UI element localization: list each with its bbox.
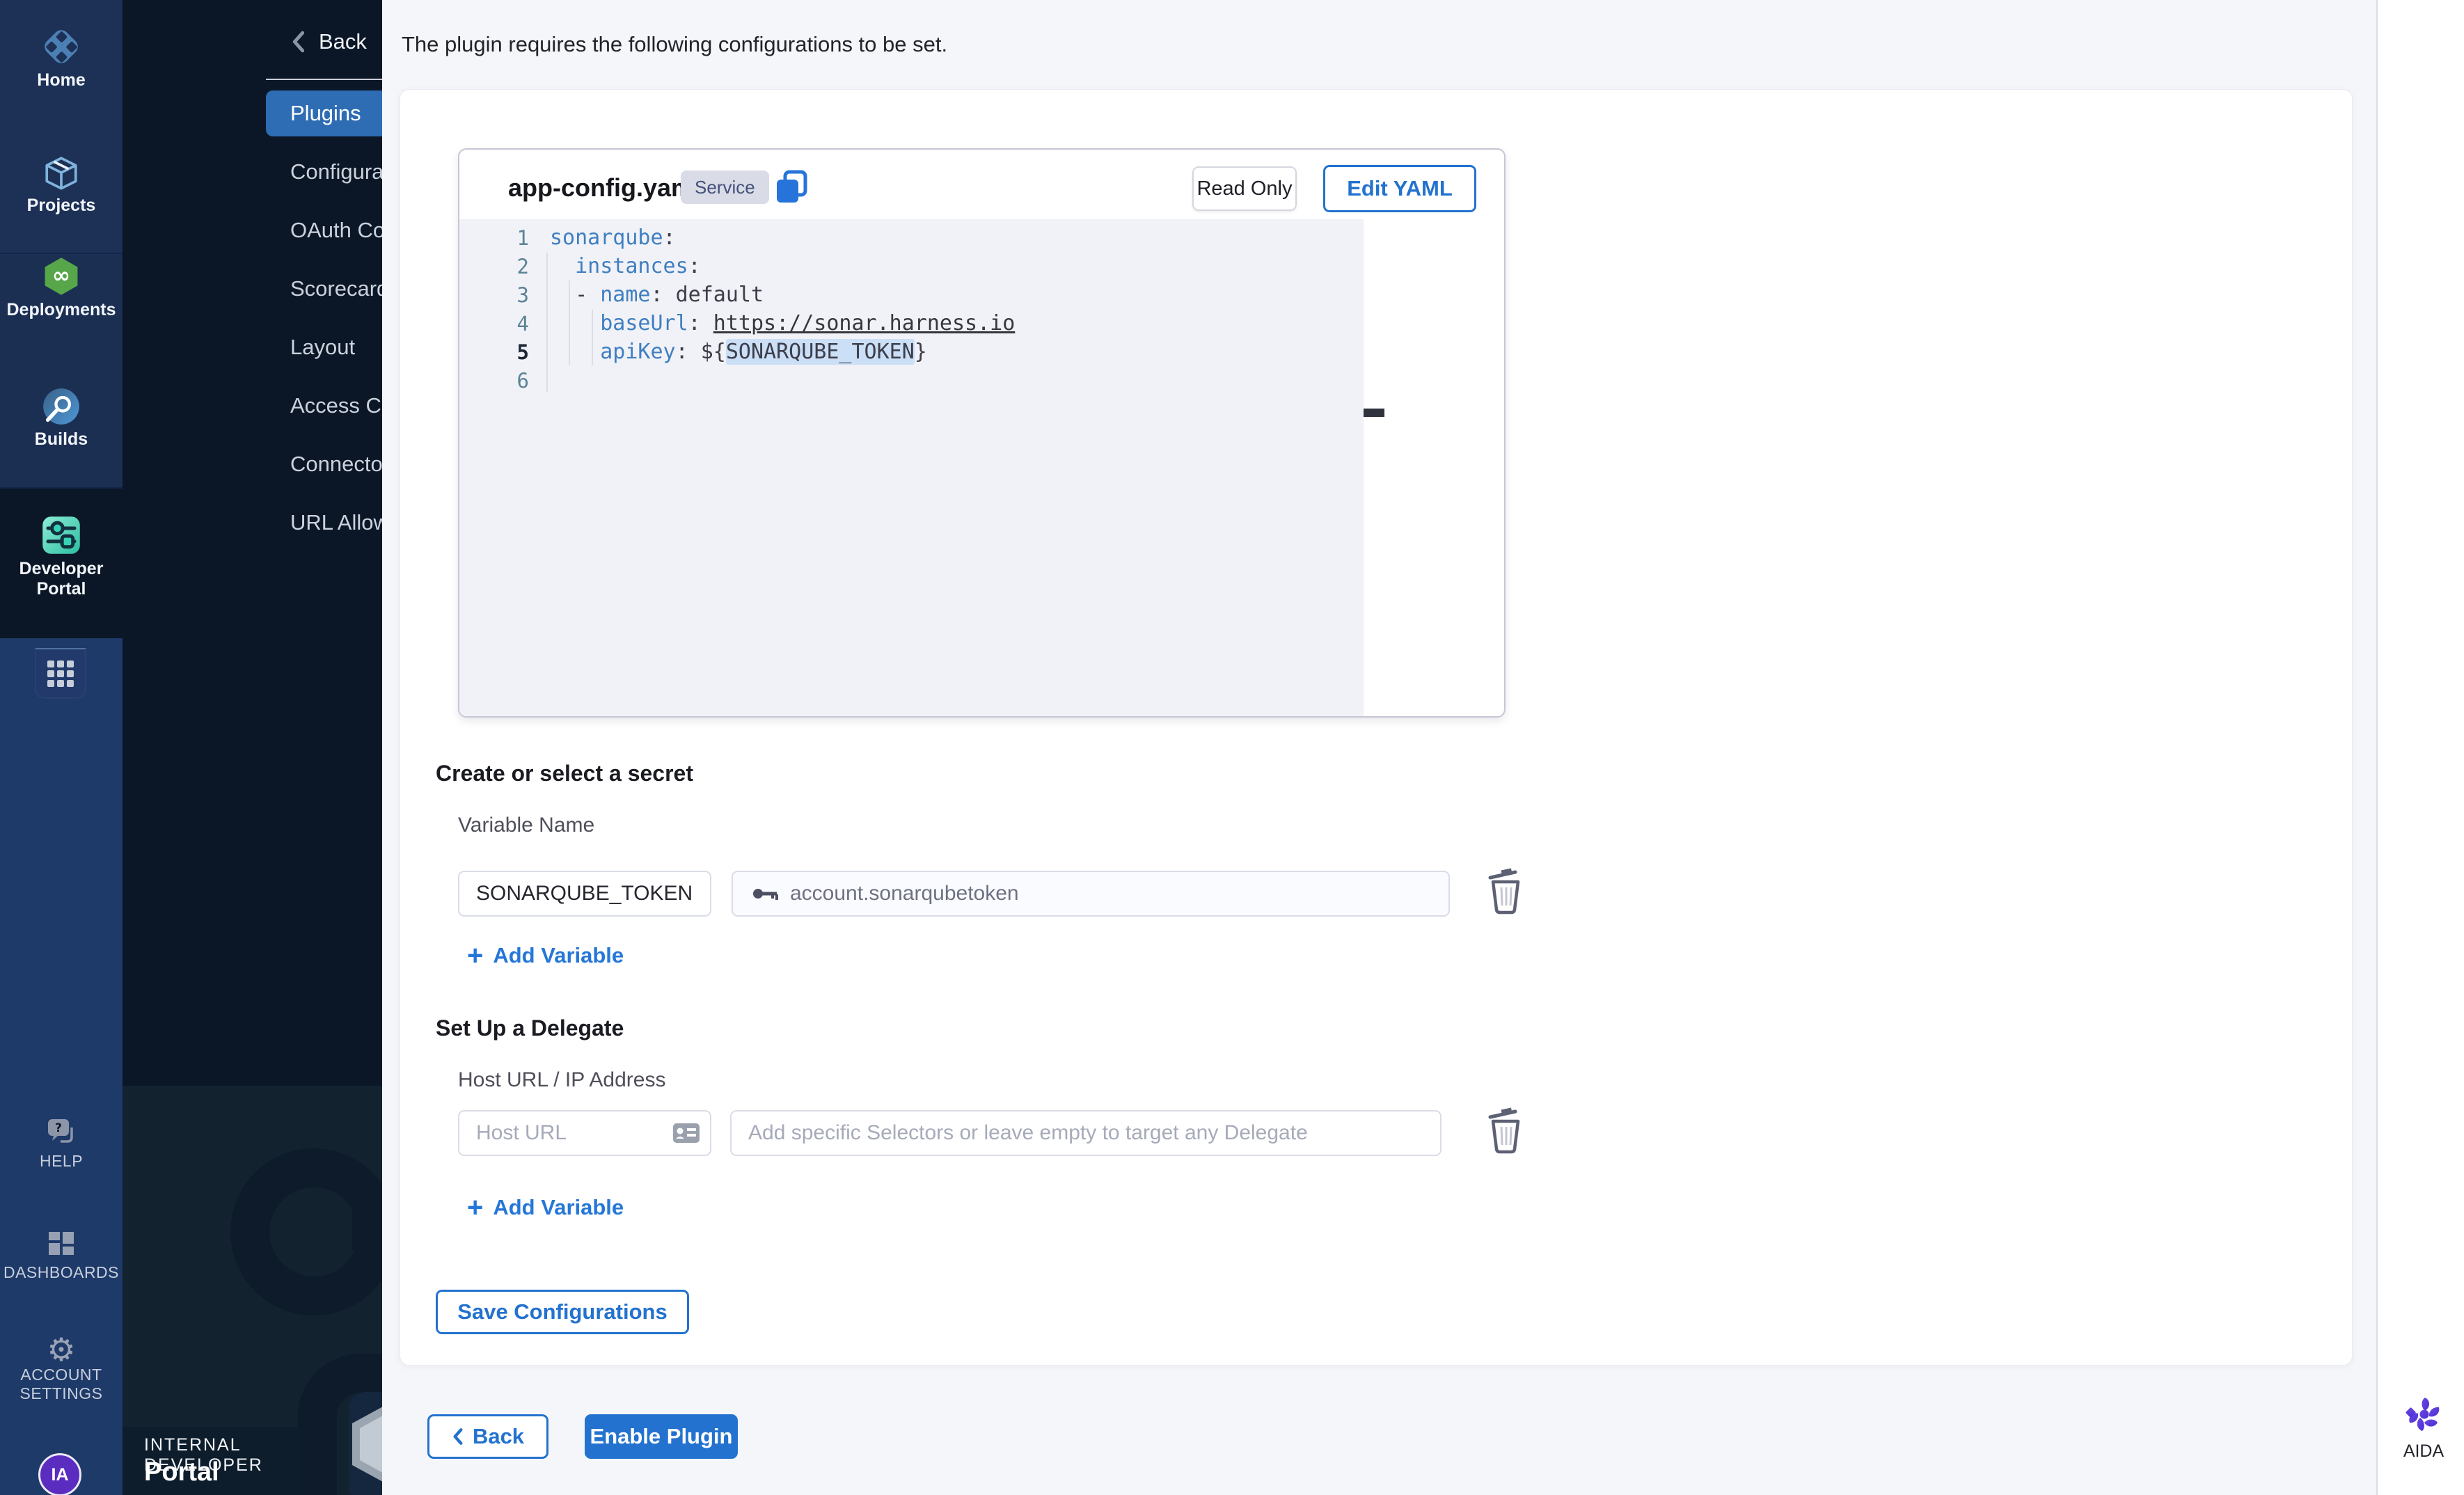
enable-plugin-button[interactable]: Enable Plugin <box>585 1414 738 1459</box>
module-switcher-button[interactable] <box>35 648 86 699</box>
main-content: The plugin requires the following config… <box>382 0 2464 1495</box>
deployments-infinity-icon: ∞ <box>41 256 81 300</box>
projects-cube-icon <box>42 155 80 196</box>
sidebar-item-developer-portal[interactable]: Developer Portal <box>0 515 123 599</box>
sidebar-item-builds[interactable]: Builds <box>0 387 123 450</box>
sidebar-item-label: Builds <box>0 429 123 450</box>
aida-label: AIDA <box>2399 1441 2448 1462</box>
right-gutter <box>2376 0 2464 1495</box>
sidebar-item-label: HELP <box>0 1152 123 1171</box>
host-url-label: Host URL / IP Address <box>458 1068 665 1092</box>
yaml-editor-panel: app-config.yaml Service Read Only Edit Y… <box>458 148 1506 718</box>
sidebar-item-layout[interactable]: Layout <box>266 324 382 370</box>
service-badge: Service <box>681 171 769 204</box>
host-url-field-wrap <box>458 1110 711 1156</box>
code-area[interactable]: 1 2 3 4 5 6 sonarqube: instances: - name… <box>459 219 1364 718</box>
help-chat-icon: ? <box>44 1118 79 1152</box>
decorative-bar <box>352 1208 382 1251</box>
sidebar-item-home[interactable]: Home <box>0 26 123 90</box>
svg-text:?: ? <box>55 1121 62 1135</box>
line-number-active: 5 <box>459 340 529 364</box>
sidebar-item-configurations[interactable]: Configurations <box>266 149 382 195</box>
line-number: 1 <box>459 226 529 250</box>
yaml-filename: app-config.yaml <box>508 173 700 203</box>
sidebar-footer-artwork: INTERNAL DEVELOPER Portal <box>123 1086 382 1495</box>
save-configurations-button[interactable]: Save Configurations <box>436 1290 689 1334</box>
delete-delegate-icon[interactable] <box>1486 1106 1526 1155</box>
gear-icon: ⚙ <box>47 1331 75 1368</box>
grid-icon <box>47 661 74 687</box>
sidebar-item-label: ACCOUNT <box>0 1366 123 1384</box>
chevron-left-icon <box>452 1427 464 1446</box>
variable-name-input[interactable] <box>458 871 711 917</box>
add-variable-link[interactable]: + Add Variable <box>467 942 624 970</box>
configuration-card: app-config.yaml Service Read Only Edit Y… <box>400 89 2353 1366</box>
back-nav-label: Back <box>319 29 367 54</box>
builds-icon <box>42 387 81 429</box>
divider <box>266 79 382 80</box>
sidebar-item-dashboards[interactable]: DASHBOARDS <box>0 1229 123 1282</box>
edit-yaml-button[interactable]: Edit YAML <box>1323 165 1476 212</box>
harness-home-icon <box>41 26 81 70</box>
code-line: baseUrl: https://sonar.harness.io <box>550 311 1015 335</box>
brand-band: INTERNAL DEVELOPER Portal <box>123 1427 301 1495</box>
sidebar-item-label: Deployments <box>0 300 123 320</box>
back-button[interactable]: Back <box>427 1414 548 1459</box>
section-title-delegate: Set Up a Delegate <box>436 1015 624 1041</box>
line-number: 6 <box>459 369 529 393</box>
sidebar-item-label: SETTINGS <box>0 1384 123 1403</box>
sidebar-item-oauth-configurations[interactable]: OAuth Configurations <box>266 207 382 253</box>
sidebar-item-help[interactable]: ? HELP <box>0 1118 123 1171</box>
developer-portal-sliders-icon <box>41 515 81 559</box>
key-icon <box>752 885 779 902</box>
sidebar-item-label: DASHBOARDS <box>0 1263 123 1282</box>
dashboards-grid-icon <box>46 1229 77 1263</box>
sidebar-item-label: Developer <box>0 559 123 579</box>
back-nav-link[interactable]: Back <box>290 26 367 57</box>
sidebar-item-connectors[interactable]: Connectors <box>266 441 382 487</box>
indent-guide <box>546 253 548 392</box>
sidebar-item-scorecards[interactable]: Scorecards <box>266 266 382 312</box>
sidebar-item-label: Home <box>0 70 123 90</box>
read-only-button[interactable]: Read Only <box>1192 166 1297 211</box>
delegate-selectors-input[interactable] <box>730 1110 1442 1156</box>
plus-icon: + <box>467 942 483 970</box>
aida-assistant-button[interactable]: AIDA <box>2399 1395 2448 1462</box>
id-card-icon <box>672 1122 700 1148</box>
decorative-hexagon <box>342 1385 382 1495</box>
section-title-secret: Create or select a secret <box>436 761 693 786</box>
aida-flower-icon <box>2404 1395 2443 1434</box>
avatar-initials: IA <box>52 1465 69 1485</box>
variable-name-label: Variable Name <box>458 814 594 837</box>
sidebar-item-projects[interactable]: Projects <box>0 155 123 216</box>
sidebar-item-access-control[interactable]: Access Control <box>266 383 382 429</box>
nav-rail: Home Projects ∞ Deployments <box>0 0 123 1495</box>
secret-reference-field[interactable]: account.sonarqubetoken <box>732 871 1450 917</box>
add-variable-link[interactable]: + Add Variable <box>467 1194 624 1221</box>
plus-icon: + <box>467 1194 483 1221</box>
sidebar-item-plugins[interactable]: Plugins <box>266 90 382 136</box>
code-line: - name: default <box>550 283 764 307</box>
sidebar-item-label: Portal <box>0 579 123 599</box>
sidebar-item-label: Projects <box>0 196 123 216</box>
code-line: instances: <box>550 254 701 278</box>
copy-icon[interactable] <box>773 169 810 205</box>
user-avatar[interactable]: IA <box>38 1453 81 1495</box>
line-number: 2 <box>459 255 529 278</box>
scrollbar-marker[interactable] <box>1364 409 1384 417</box>
sidebar-item-account-settings[interactable]: ⚙ ACCOUNT SETTINGS <box>0 1334 123 1403</box>
code-line: sonarqube: <box>550 226 676 250</box>
code-line: apiKey: ${SONARQUBE_TOKEN} <box>550 340 927 364</box>
sidebar-item-url-allow-list[interactable]: URL Allow List <box>266 500 382 546</box>
line-number: 3 <box>459 283 529 307</box>
brand-line2: Portal <box>144 1457 219 1487</box>
sidebar-item-deployments[interactable]: ∞ Deployments <box>0 256 123 320</box>
devportal-sidebar: Back Plugins Configurations OAuth Config… <box>123 0 382 1495</box>
chevron-left-icon <box>290 30 308 54</box>
secret-reference-value: account.sonarqubetoken <box>790 882 1019 905</box>
svg-text:∞: ∞ <box>52 263 70 288</box>
line-number: 4 <box>459 312 529 335</box>
delete-variable-icon[interactable] <box>1486 867 1526 915</box>
page-description: The plugin requires the following config… <box>402 32 947 57</box>
